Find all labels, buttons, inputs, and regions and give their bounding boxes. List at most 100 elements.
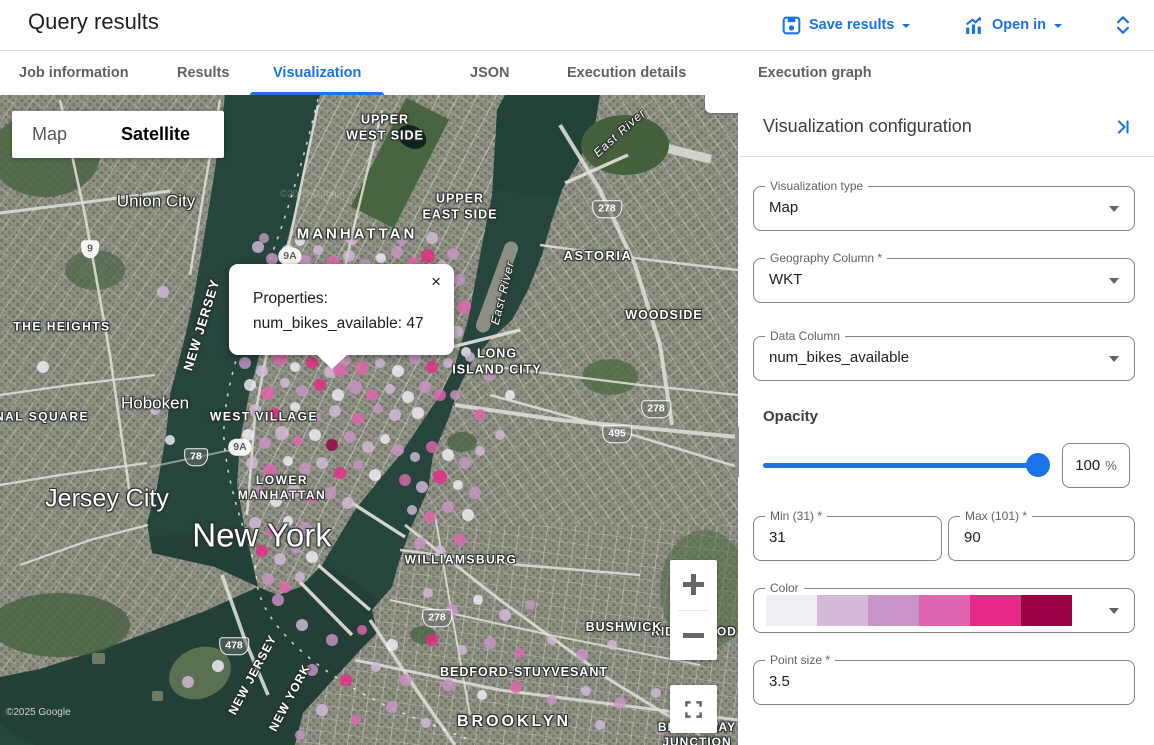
map-point[interactable] [283, 516, 293, 526]
map-point[interactable] [244, 379, 256, 391]
map-point[interactable] [299, 463, 311, 475]
map-point[interactable] [376, 253, 386, 263]
map-point[interactable] [316, 457, 328, 469]
tab-visualization[interactable]: Visualization [273, 51, 361, 95]
map-point[interactable] [256, 545, 268, 557]
map-point[interactable] [268, 408, 282, 422]
map-point[interactable] [421, 718, 431, 728]
map-point[interactable] [355, 361, 369, 375]
map-point[interactable] [252, 487, 264, 499]
map-point[interactable] [442, 501, 454, 513]
map-point[interactable] [157, 286, 169, 298]
tab-results[interactable]: Results [177, 51, 229, 95]
color-scheme-select[interactable]: Color [753, 588, 1135, 633]
map-point[interactable] [270, 495, 282, 507]
map-point[interactable] [313, 245, 323, 255]
map-point[interactable] [416, 481, 428, 493]
map-point[interactable] [344, 431, 356, 443]
map-point[interactable] [309, 411, 321, 423]
fullscreen-button[interactable] [670, 685, 717, 733]
map-point[interactable] [357, 625, 367, 635]
map-point[interactable] [475, 446, 485, 456]
map-point[interactable] [419, 381, 431, 393]
map-point[interactable] [435, 545, 445, 555]
map-point[interactable] [375, 358, 385, 368]
map-point[interactable] [366, 389, 378, 401]
panel-collapse-button[interactable] [1113, 117, 1133, 137]
map-point[interactable] [326, 634, 338, 646]
map-point[interactable] [340, 674, 352, 686]
map-point[interactable] [182, 676, 194, 688]
map-point[interactable] [353, 460, 363, 470]
map-point[interactable] [296, 385, 308, 397]
map-point[interactable] [266, 525, 278, 537]
zoom-in-button[interactable] [670, 560, 717, 610]
opacity-slider-thumb[interactable] [1026, 453, 1050, 477]
map-point[interactable] [371, 662, 381, 672]
map-point[interactable] [314, 379, 326, 391]
map-point[interactable] [346, 233, 358, 245]
map-point[interactable] [399, 474, 411, 486]
open-in-button[interactable]: Open in [963, 0, 1062, 50]
map-point[interactable] [348, 380, 362, 394]
map-point[interactable] [547, 695, 557, 705]
map-point[interactable] [373, 404, 383, 414]
map-point[interactable] [246, 457, 258, 469]
map-point[interactable] [450, 390, 460, 400]
map-point[interactable] [307, 494, 317, 504]
map-point[interactable] [386, 701, 398, 713]
map-point[interactable] [290, 402, 300, 412]
map-point[interactable] [614, 697, 626, 709]
map-point[interactable] [443, 358, 453, 368]
map-point[interactable] [343, 250, 355, 262]
map-point[interactable] [369, 469, 381, 481]
map-point[interactable] [309, 429, 321, 441]
map-point[interactable] [469, 487, 481, 499]
map-point[interactable] [242, 429, 254, 441]
map-point[interactable] [454, 534, 466, 546]
map-point[interactable] [386, 639, 398, 651]
geography-column-select[interactable]: Geography Column * WKT [753, 258, 1135, 303]
map-point[interactable] [287, 484, 301, 498]
map-point[interactable] [607, 640, 617, 650]
map-point[interactable] [389, 409, 401, 421]
map-point[interactable] [547, 635, 557, 645]
map-point[interactable] [412, 407, 424, 419]
map-point[interactable] [462, 509, 474, 521]
opacity-value-field[interactable]: 100 % [1062, 443, 1130, 488]
panel-scrollbar-thumb[interactable] [735, 426, 739, 478]
map-point[interactable] [477, 690, 487, 700]
map-point[interactable] [651, 688, 661, 698]
point-size-input[interactable]: Point size * 3.5 [753, 660, 1135, 705]
map-point[interactable] [326, 439, 338, 451]
map-point[interactable] [279, 581, 291, 593]
map-point[interactable] [515, 648, 525, 658]
map-point[interactable] [459, 457, 471, 469]
map-point[interactable] [457, 300, 471, 314]
map-point[interactable] [281, 245, 295, 259]
map-point[interactable] [324, 487, 336, 499]
map-point[interactable] [351, 715, 361, 725]
map-point[interactable] [595, 720, 605, 730]
geo-visualization-map[interactable]: UPPER WEST SIDEMANHATTANUPPER EAST SIDEA… [0, 95, 738, 745]
map-point[interactable] [655, 725, 665, 735]
map-point[interactable] [421, 249, 435, 263]
map-point[interactable] [453, 480, 463, 490]
map-point[interactable] [465, 352, 475, 362]
map-point[interactable] [424, 511, 436, 523]
map-point[interactable] [316, 704, 328, 716]
map-point[interactable] [262, 573, 274, 585]
map-point[interactable] [434, 389, 446, 401]
map-point[interactable] [484, 637, 496, 649]
tab-execution-details[interactable]: Execution details [567, 51, 686, 95]
map-point[interactable] [306, 551, 318, 563]
map-point[interactable] [484, 369, 496, 381]
map-point[interactable] [495, 430, 505, 440]
map-point[interactable] [290, 362, 300, 372]
map-point[interactable] [392, 444, 404, 456]
map-point[interactable] [499, 609, 511, 621]
map-point[interactable] [283, 456, 293, 466]
map-point[interactable] [446, 604, 458, 616]
map-point[interactable] [296, 619, 308, 631]
zoom-out-button[interactable] [670, 611, 717, 661]
